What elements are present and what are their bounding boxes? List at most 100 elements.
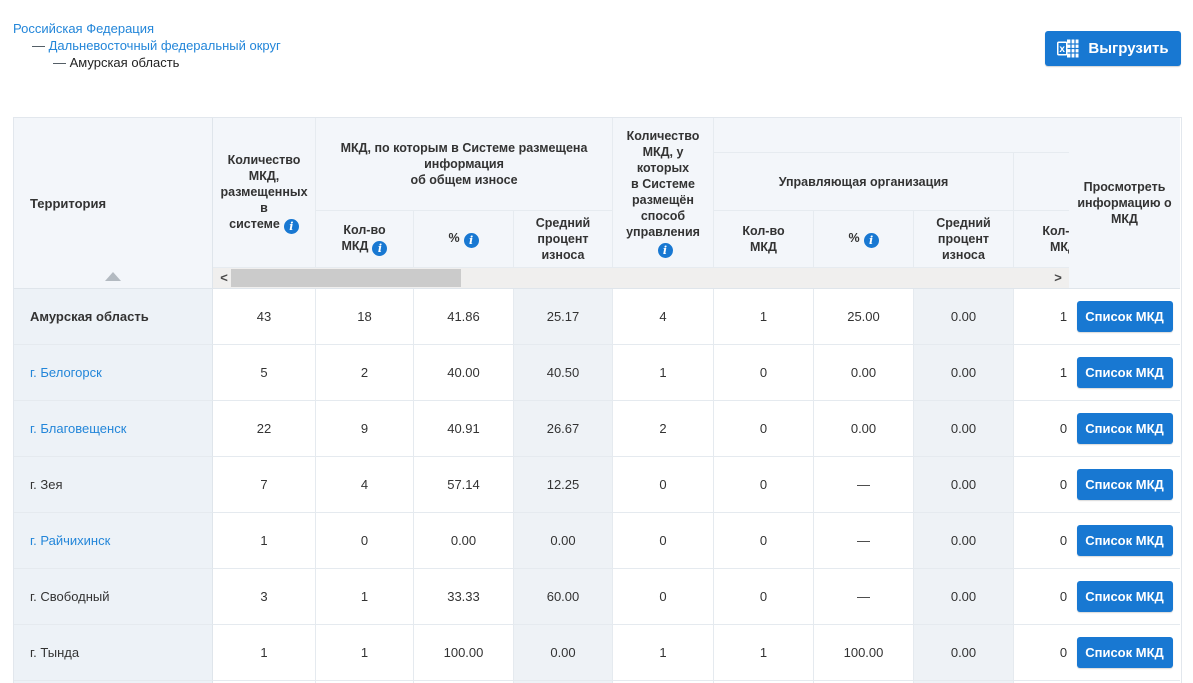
value-cell: 0 [1014, 569, 1069, 625]
value-cell: 33.33 [414, 569, 514, 625]
territory-cell: г. Благовещенск [14, 401, 213, 457]
value-cell: 0.00 [814, 345, 914, 401]
export-label: Выгрузить [1088, 40, 1168, 57]
breadcrumb-link-russia[interactable]: Российская Федерация [13, 21, 154, 36]
value-cell: 25.17 [514, 289, 613, 345]
territory-cell: г. Свободный [14, 569, 213, 625]
list-mkd-button[interactable]: Список МКД [1077, 413, 1173, 444]
info-icon[interactable] [284, 219, 299, 234]
action-cell: Список МКД [1069, 345, 1180, 401]
value-cell: 0.00 [914, 289, 1014, 345]
header-mgmt-avg: Средний процент износа [914, 211, 1014, 268]
breadcrumb-dash: — [53, 55, 66, 70]
value-cell: 0.00 [914, 569, 1014, 625]
scrollbar-thumb[interactable] [231, 269, 461, 287]
breadcrumb-line: — Амурская область [13, 54, 281, 71]
value-cell: — [814, 457, 914, 513]
table-row: 3133.3360.0000—0.000 [213, 569, 1069, 625]
table-row: 100.000.0000—0.000 [213, 513, 1069, 569]
info-icon[interactable] [658, 243, 673, 258]
value-cell: 40.50 [514, 345, 613, 401]
scroll-left-arrow[interactable]: < [217, 268, 231, 288]
territory-cell: г. Зея [14, 457, 213, 513]
value-cell: 57.14 [414, 457, 514, 513]
scroll-right-arrow[interactable]: > [1051, 268, 1065, 288]
action-cell: Список МКД [1069, 289, 1180, 345]
territory-label[interactable]: г. Белогорск [30, 365, 102, 380]
value-cell: 9 [316, 401, 414, 457]
list-mkd-button[interactable]: Список МКД [1077, 469, 1173, 500]
value-cell: 2 [613, 401, 714, 457]
territory-cell: г. Тында [14, 625, 213, 681]
actions-column-body: Список МКД Список МКД Список МКД Список МКД… [1069, 289, 1180, 683]
header-mgmt-percent: % [814, 211, 914, 268]
territory-column: Территория Амурская область г. Белогорск г… [14, 118, 213, 683]
info-icon[interactable] [464, 233, 479, 248]
value-cell: 41.86 [414, 289, 514, 345]
value-cell: 0.00 [514, 625, 613, 681]
table-row: 7457.1412.2500—0.000 [213, 457, 1069, 513]
territory-cell: Амурская область [14, 289, 213, 345]
list-mkd-button[interactable]: Список МКД [1077, 301, 1173, 332]
value-cell: 0.00 [914, 513, 1014, 569]
info-icon[interactable] [864, 233, 879, 248]
breadcrumb-current: Амурская область [70, 55, 180, 70]
table-row: 11100.000.0011100.000.000 [213, 625, 1069, 681]
table-row: 5240.0040.50100.000.001 [213, 345, 1069, 401]
value-cell: 0 [1014, 457, 1069, 513]
value-cell: 1 [213, 625, 316, 681]
value-cell: 22 [213, 401, 316, 457]
info-icon[interactable] [372, 241, 387, 256]
value-cell: 4 [613, 289, 714, 345]
value-cell: 0 [613, 569, 714, 625]
header-empty-band [714, 118, 1069, 153]
header-wear-avg: Средний процент износа [514, 211, 613, 268]
value-cell: 1 [213, 513, 316, 569]
value-cell: 1 [714, 625, 814, 681]
breadcrumb-dash: — [32, 38, 45, 53]
value-cell: 0 [1014, 401, 1069, 457]
value-cell: 0 [1014, 513, 1069, 569]
value-cell: 0 [714, 345, 814, 401]
list-mkd-button[interactable]: Список МКД [1077, 581, 1173, 612]
action-cell: Список МКД [1069, 457, 1180, 513]
list-mkd-button[interactable]: Список МКД [1077, 357, 1173, 388]
table-row: 22940.9126.67200.000.000 [213, 401, 1069, 457]
list-mkd-button[interactable]: Список МКД [1077, 525, 1173, 556]
page: Российская Федерация — Дальневосточный ф… [0, 0, 1193, 683]
value-cell: 0.00 [914, 457, 1014, 513]
territory-cell: г. Райчихинск [14, 513, 213, 569]
value-cell: 0.00 [414, 513, 514, 569]
value-cell: 0.00 [914, 345, 1014, 401]
value-cell: 0.00 [914, 401, 1014, 457]
value-cell: — [814, 569, 914, 625]
breadcrumb-link-district[interactable]: Дальневосточный федеральный округ [49, 38, 281, 53]
header-wear-percent: % [414, 211, 514, 268]
header-total-in-system: Количество МКД, размещенных в системе [213, 118, 316, 268]
header-next-partial-col: Кол-во МКД [1014, 211, 1069, 268]
value-cell: 0 [316, 513, 414, 569]
action-cell: Список МКД [1069, 625, 1180, 681]
header-wear-count: Кол-во МКД [316, 211, 414, 268]
territory-label[interactable]: г. Благовещенск [30, 421, 126, 436]
value-cell: 40.00 [414, 345, 514, 401]
value-cell: 1 [613, 345, 714, 401]
value-cell: 100.00 [414, 625, 514, 681]
sort-asc-icon[interactable] [105, 272, 121, 281]
header-mgmt-method-count: Количество МКД, у которых в Системе разм… [613, 118, 714, 268]
value-cell: 1 [316, 625, 414, 681]
value-cell: 1 [613, 625, 714, 681]
header-mgmt-count: Кол-во МКД [714, 211, 814, 268]
horizontal-scrollbar[interactable]: < > [213, 268, 1069, 289]
value-cell: 4 [316, 457, 414, 513]
territory-cell: г. Белогорск [14, 345, 213, 401]
value-cell: 18 [316, 289, 414, 345]
value-cell: 7 [213, 457, 316, 513]
territory-header-label: Территория [30, 196, 106, 211]
action-cell: Список МКД [1069, 513, 1180, 569]
territory-label: г. Свободный [30, 589, 110, 604]
territory-label[interactable]: г. Райчихинск [30, 533, 110, 548]
export-button[interactable]: x Выгрузить [1045, 31, 1181, 66]
list-mkd-button[interactable]: Список МКД [1077, 637, 1173, 668]
territory-label: г. Зея [30, 477, 63, 492]
